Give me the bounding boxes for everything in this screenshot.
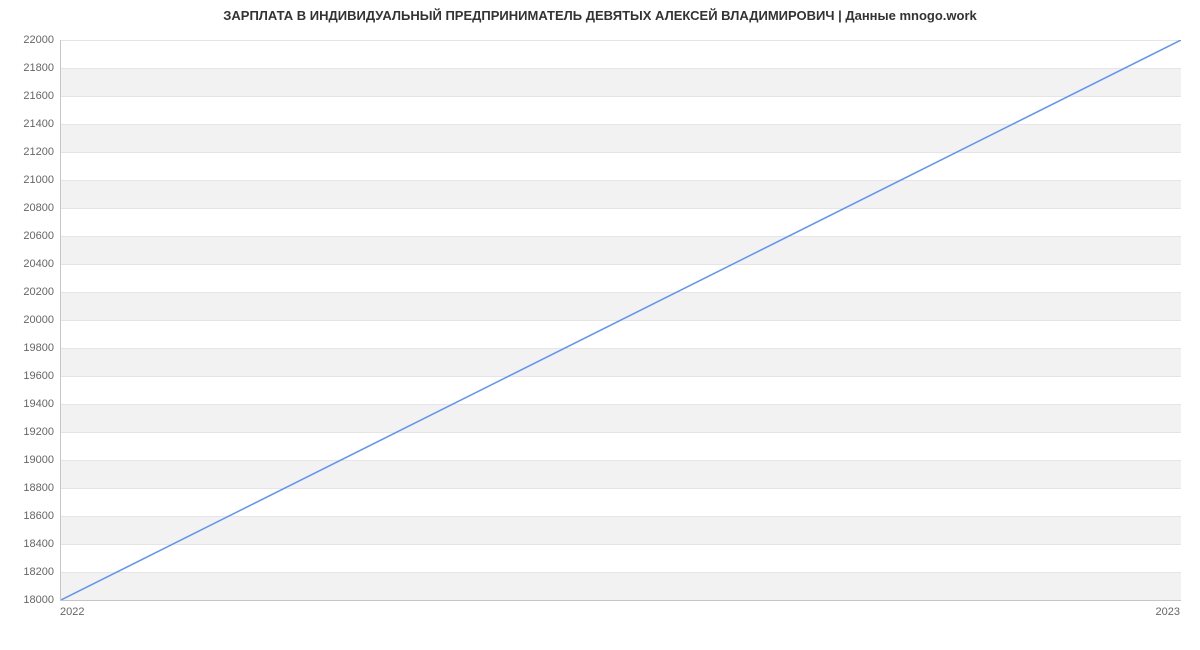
series-line (61, 40, 1181, 600)
y-tick-label: 20800 (4, 202, 54, 214)
y-tick-label: 21200 (4, 146, 54, 158)
line-chart: ЗАРПЛАТА В ИНДИВИДУАЛЬНЫЙ ПРЕДПРИНИМАТЕЛ… (0, 0, 1200, 650)
y-tick-label: 18200 (4, 566, 54, 578)
y-tick-label: 21800 (4, 62, 54, 74)
y-tick-label: 18000 (4, 594, 54, 606)
y-tick-label: 19600 (4, 370, 54, 382)
y-tick-label: 18600 (4, 510, 54, 522)
y-tick-label: 19800 (4, 342, 54, 354)
y-tick-label: 19000 (4, 454, 54, 466)
y-tick-label: 20200 (4, 286, 54, 298)
y-tick-label: 20000 (4, 314, 54, 326)
y-tick-label: 20600 (4, 230, 54, 242)
y-tick-label: 19400 (4, 398, 54, 410)
y-tick-label: 21400 (4, 118, 54, 130)
chart-title: ЗАРПЛАТА В ИНДИВИДУАЛЬНЫЙ ПРЕДПРИНИМАТЕЛ… (0, 8, 1200, 23)
y-tick-label: 18800 (4, 482, 54, 494)
data-line (61, 40, 1181, 600)
y-tick-label: 19200 (4, 426, 54, 438)
y-tick-label: 21000 (4, 174, 54, 186)
grid-line (61, 600, 1181, 601)
plot-area (60, 40, 1181, 601)
y-tick-label: 20400 (4, 258, 54, 270)
y-tick-label: 22000 (4, 34, 54, 46)
x-tick-end: 2023 (1156, 606, 1180, 618)
x-tick-start: 2022 (60, 606, 84, 618)
y-tick-label: 18400 (4, 538, 54, 550)
y-tick-label: 21600 (4, 90, 54, 102)
